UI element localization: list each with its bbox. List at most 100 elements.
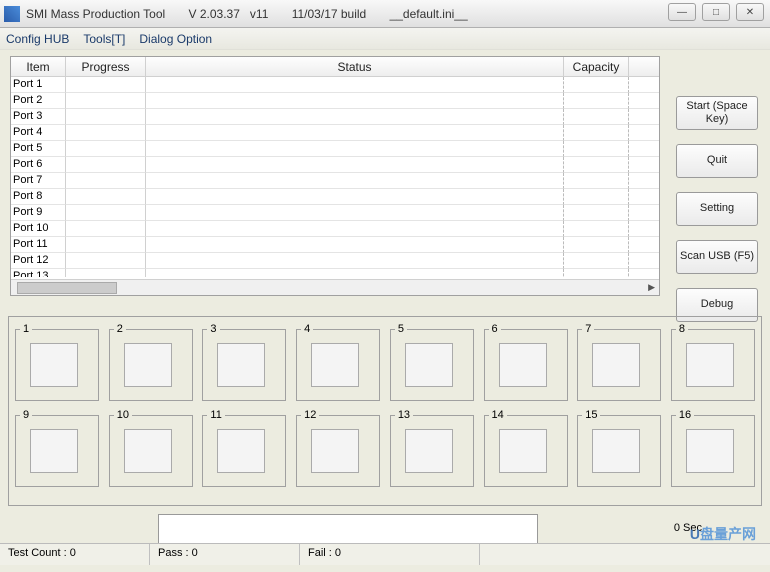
slot-box	[405, 343, 453, 387]
slot-label: 4	[301, 323, 313, 335]
cell-item: Port 13	[11, 269, 66, 277]
cell-spacer	[629, 93, 659, 109]
slot-label: 10	[114, 409, 132, 421]
cell-progress	[66, 269, 146, 277]
cell-status	[146, 205, 564, 221]
port-slot-11[interactable]: 11	[202, 409, 286, 487]
cell-capacity	[564, 269, 629, 277]
slot-label: 12	[301, 409, 319, 421]
title-text: SMI Mass Production Tool V 2.03.37 v11 1…	[26, 7, 468, 21]
menubar: Config HUB Tools[T] Dialog Option	[0, 28, 770, 50]
cell-status	[146, 77, 564, 93]
minimize-button[interactable]: —	[668, 3, 696, 21]
scroll-right-icon[interactable]: ▶	[648, 282, 655, 293]
table-row[interactable]: Port 8	[11, 189, 659, 205]
cell-capacity	[564, 253, 629, 269]
menu-dialog-option[interactable]: Dialog Option	[139, 32, 212, 46]
cell-progress	[66, 125, 146, 141]
slot-label: 8	[676, 323, 688, 335]
menu-config-hub[interactable]: Config HUB	[6, 32, 69, 46]
table-row[interactable]: Port 12	[11, 253, 659, 269]
menu-tools[interactable]: Tools[T]	[83, 32, 125, 46]
slot-label: 11	[207, 409, 224, 421]
table-row[interactable]: Port 4	[11, 125, 659, 141]
port-slot-10[interactable]: 10	[109, 409, 193, 487]
scrollbar-thumb[interactable]	[17, 282, 117, 294]
table-row[interactable]: Port 3	[11, 109, 659, 125]
cell-status	[146, 141, 564, 157]
col-item[interactable]: Item	[11, 57, 66, 76]
table-row[interactable]: Port 6	[11, 157, 659, 173]
cell-spacer	[629, 189, 659, 205]
port-slot-2[interactable]: 2	[109, 323, 193, 401]
cell-progress	[66, 141, 146, 157]
slot-box	[217, 343, 265, 387]
cell-item: Port 12	[11, 253, 66, 269]
col-capacity[interactable]: Capacity	[564, 57, 629, 76]
cell-capacity	[564, 93, 629, 109]
cell-capacity	[564, 173, 629, 189]
port-slot-1[interactable]: 1	[15, 323, 99, 401]
horizontal-scrollbar[interactable]: ▶	[11, 279, 659, 295]
table-row[interactable]: Port 10	[11, 221, 659, 237]
table-row[interactable]: Port 2	[11, 93, 659, 109]
port-slot-9[interactable]: 9	[15, 409, 99, 487]
slot-box	[405, 429, 453, 473]
cell-capacity	[564, 77, 629, 93]
table-row[interactable]: Port 11	[11, 237, 659, 253]
cell-item: Port 4	[11, 125, 66, 141]
cell-item: Port 9	[11, 205, 66, 221]
cell-spacer	[629, 157, 659, 173]
port-slot-6[interactable]: 6	[484, 323, 568, 401]
cell-progress	[66, 205, 146, 221]
port-slot-3[interactable]: 3	[202, 323, 286, 401]
slot-label: 7	[582, 323, 594, 335]
table-row[interactable]: Port 9	[11, 205, 659, 221]
quit-button[interactable]: Quit	[676, 144, 758, 178]
port-slot-13[interactable]: 13	[390, 409, 474, 487]
cell-capacity	[564, 205, 629, 221]
slot-label: 9	[20, 409, 32, 421]
col-status[interactable]: Status	[146, 57, 564, 76]
slot-box	[499, 343, 547, 387]
start-button[interactable]: Start (Space Key)	[676, 96, 758, 130]
cell-spacer	[629, 125, 659, 141]
cell-status	[146, 237, 564, 253]
slot-box	[686, 343, 734, 387]
slot-box	[217, 429, 265, 473]
titlebar: SMI Mass Production Tool V 2.03.37 v11 1…	[0, 0, 770, 28]
close-button[interactable]: ✕	[736, 3, 764, 21]
setting-button[interactable]: Setting	[676, 192, 758, 226]
port-slot-12[interactable]: 12	[296, 409, 380, 487]
port-slot-4[interactable]: 4	[296, 323, 380, 401]
slot-box	[30, 343, 78, 387]
col-progress[interactable]: Progress	[66, 57, 146, 76]
table-row[interactable]: Port 1	[11, 77, 659, 93]
cell-status	[146, 125, 564, 141]
slot-box	[686, 429, 734, 473]
table-row[interactable]: Port 13	[11, 269, 659, 277]
port-slot-14[interactable]: 14	[484, 409, 568, 487]
slot-label: 2	[114, 323, 126, 335]
slot-label: 13	[395, 409, 413, 421]
cell-spacer	[629, 269, 659, 277]
port-slot-7[interactable]: 7	[577, 323, 661, 401]
cell-capacity	[564, 237, 629, 253]
scan-usb-button[interactable]: Scan USB (F5)	[676, 240, 758, 274]
port-slot-16[interactable]: 16	[671, 409, 755, 487]
cell-status	[146, 173, 564, 189]
slot-box	[311, 429, 359, 473]
cell-item: Port 7	[11, 173, 66, 189]
table-row[interactable]: Port 5	[11, 141, 659, 157]
maximize-button[interactable]: □	[702, 3, 730, 21]
port-slot-15[interactable]: 15	[577, 409, 661, 487]
col-spacer	[629, 57, 659, 76]
port-slot-5[interactable]: 5	[390, 323, 474, 401]
cell-capacity	[564, 221, 629, 237]
app-icon	[4, 6, 20, 22]
port-slot-8[interactable]: 8	[671, 323, 755, 401]
cell-capacity	[564, 141, 629, 157]
slot-label: 14	[489, 409, 507, 421]
table-row[interactable]: Port 7	[11, 173, 659, 189]
cell-spacer	[629, 205, 659, 221]
